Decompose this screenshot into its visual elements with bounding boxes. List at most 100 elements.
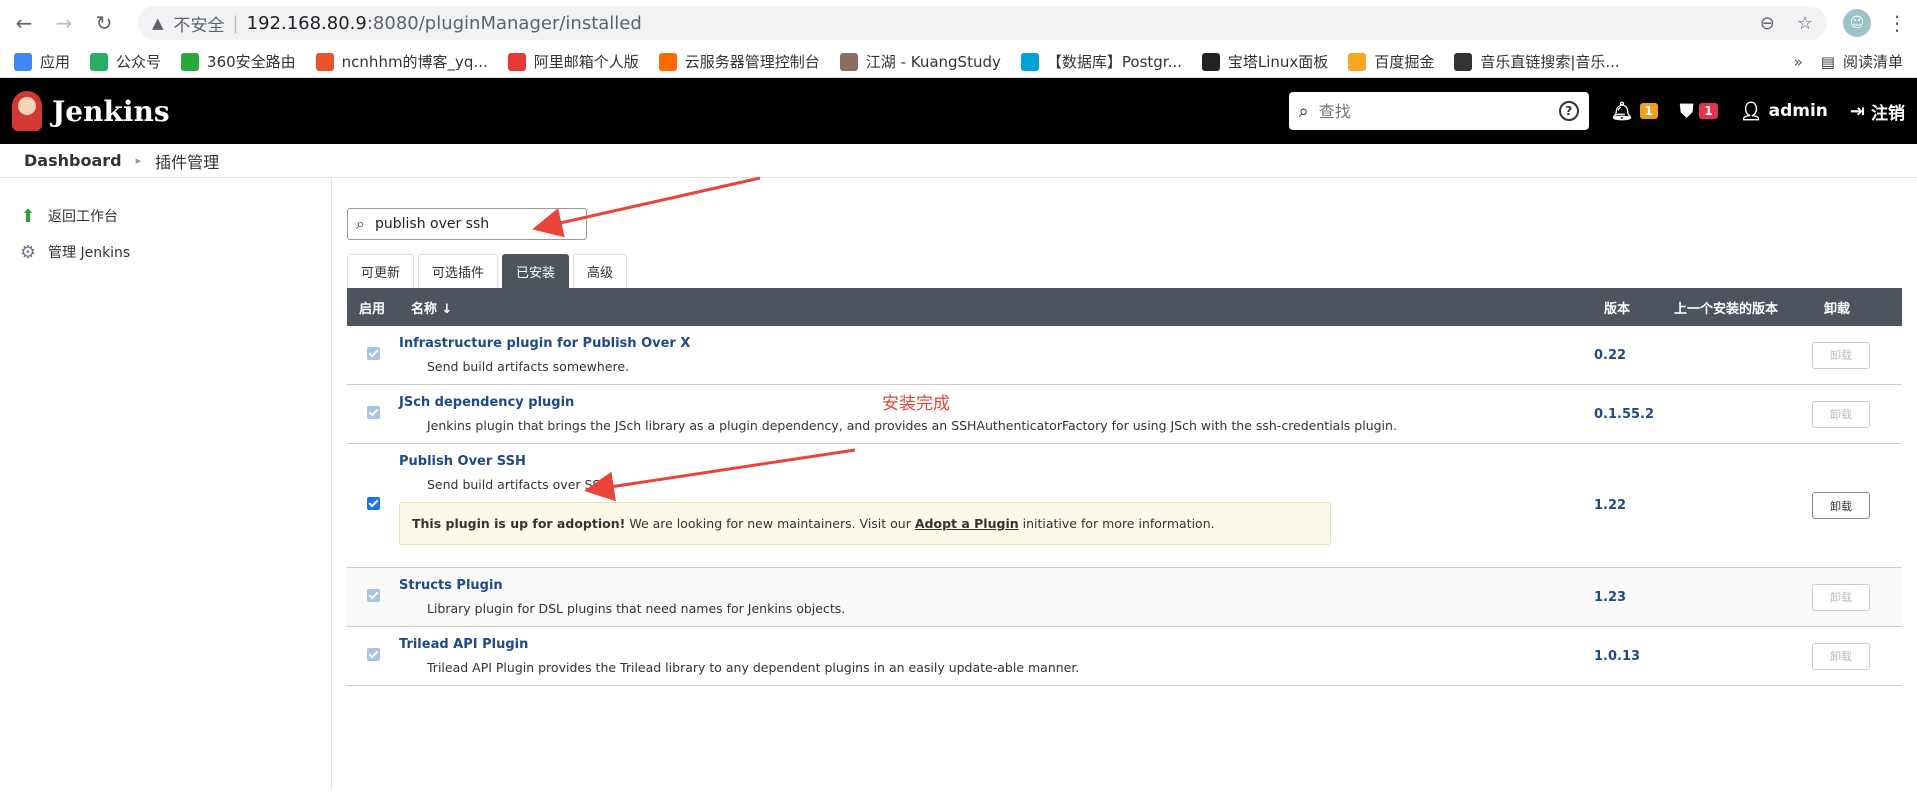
adoption-notice: This plugin is up for adoption! We are l… <box>399 502 1331 545</box>
tab-updates[interactable]: 可更新 <box>347 254 415 288</box>
notifications[interactable]: 🔔︎ 1 <box>1611 101 1658 122</box>
jenkins-logo[interactable]: Jenkins <box>12 91 170 131</box>
tab-advanced[interactable]: 高级 <box>573 254 628 288</box>
up-arrow-icon: ⬆ <box>20 205 36 227</box>
breadcrumb-current[interactable]: 插件管理 <box>155 149 219 173</box>
bookmark-star-icon[interactable]: ☆ <box>1797 13 1813 34</box>
jenkins-header: Jenkins ⌕ ? 🔔︎ 1 ⛊ 1 👤︎ admin ⇥ 注销 <box>0 78 1917 144</box>
plugin-name[interactable]: JSch dependency plugin <box>399 395 1592 410</box>
bookmark-favicon-icon <box>1020 52 1039 71</box>
zoom-icon[interactable]: ⊖ <box>1760 13 1775 34</box>
bookmark-item[interactable]: 江湖 - KuangStudy <box>839 51 1001 72</box>
filter-box: ⌕ <box>347 208 587 240</box>
help-icon[interactable]: ? <box>1558 101 1579 121</box>
bookmark-item[interactable]: 百度掘金 <box>1348 51 1434 72</box>
uninstall-button[interactable]: 卸载 <box>1812 583 1870 611</box>
bookmark-item[interactable]: 宝塔Linux面板 <box>1201 51 1329 72</box>
plugin-name[interactable]: Trilead API Plugin <box>399 637 1592 652</box>
bookmark-item[interactable]: 公众号 <box>90 51 161 72</box>
uninstall-button[interactable]: 卸载 <box>1812 341 1870 369</box>
sidebar-item-manage-jenkins[interactable]: ⚙ 管理 Jenkins <box>0 234 331 270</box>
plugin-name[interactable]: Publish Over SSH <box>399 454 1592 469</box>
user-name: admin <box>1768 101 1828 121</box>
plugin-version[interactable]: 0.1.55.2 <box>1594 407 1654 422</box>
security-badge: 1 <box>1699 103 1718 119</box>
notifications-badge: 1 <box>1639 103 1658 119</box>
search-input[interactable] <box>1318 101 1559 121</box>
insecure-label: 不安全 <box>173 15 225 36</box>
bookmark-favicon-icon <box>14 52 32 71</box>
col-uninstall: 卸载 <box>1812 288 1902 326</box>
enable-checkbox[interactable] <box>366 497 380 510</box>
bookmark-item[interactable]: 阿里邮箱个人版 <box>507 51 639 72</box>
address-bar[interactable]: ▲ 不安全 | 192.168.80.9 :8080/pluginManager… <box>138 6 1827 40</box>
uninstall-button[interactable]: 卸载 <box>1812 400 1870 428</box>
bookmark-label: 云服务器管理控制台 <box>684 53 820 71</box>
col-name[interactable]: 名称 ↓ <box>399 288 1592 326</box>
plugin-version[interactable]: 1.22 <box>1594 498 1626 513</box>
security-alerts[interactable]: ⛊ 1 <box>1680 101 1718 122</box>
enable-checkbox[interactable] <box>366 647 380 661</box>
forward-icon[interactable]: → <box>50 9 78 37</box>
bookmark-label: 百度掘金 <box>1374 53 1435 71</box>
plugin-version[interactable]: 1.0.13 <box>1594 649 1640 664</box>
plugin-version[interactable]: 1.23 <box>1594 590 1626 605</box>
plugin-description: Jenkins plugin that brings the JSch libr… <box>427 418 1397 433</box>
profile-avatar[interactable]: ☺ <box>1843 9 1871 37</box>
bookmark-label: 【数据库】Postgr... <box>1046 53 1182 71</box>
search-icon: ⌕ <box>356 214 365 233</box>
bookmark-label: 宝塔Linux面板 <box>1227 53 1329 71</box>
bookmark-label: 江湖 - KuangStudy <box>865 53 1001 71</box>
bookmark-item[interactable]: 【数据库】Postgr... <box>1020 51 1182 72</box>
bookmarks-more[interactable]: » <box>1794 53 1803 71</box>
tab-available[interactable]: 可选插件 <box>418 254 499 288</box>
sidebar-item-back-to-dashboard[interactable]: ⬆ 返回工作台 <box>0 198 331 234</box>
logout-icon: ⇥ <box>1849 100 1865 122</box>
bookmark-item[interactable]: 云服务器管理控制台 <box>658 51 820 72</box>
plugin-tabs: 可更新 可选插件 已安装 高级 <box>347 254 1902 288</box>
adoption-strong: This plugin is up for adoption! <box>412 516 626 531</box>
reload-icon[interactable]: ↻ <box>90 9 118 37</box>
bookmark-label: 阿里邮箱个人版 <box>533 53 639 71</box>
reading-list-label: 阅读清单 <box>1842 53 1903 71</box>
tab-installed[interactable]: 已安装 <box>502 254 570 288</box>
plugin-filter-input[interactable] <box>374 216 555 232</box>
url-path: :8080/pluginManager/installed <box>366 12 642 34</box>
breadcrumb-dashboard[interactable]: Dashboard <box>24 151 122 170</box>
reading-list[interactable]: ▤ 阅读清单 <box>1821 51 1903 72</box>
plugin-version[interactable]: 0.22 <box>1594 348 1626 363</box>
enable-checkbox[interactable] <box>366 588 380 602</box>
user-menu[interactable]: 👤︎ admin <box>1740 101 1828 122</box>
plugin-description: Library plugin for DSL plugins that need… <box>427 601 846 616</box>
uninstall-button[interactable]: 卸载 <box>1812 642 1870 670</box>
uninstall-button[interactable]: 卸载 <box>1812 492 1870 519</box>
bookmark-item[interactable]: 音乐直链搜索|音乐... <box>1454 51 1620 72</box>
enable-checkbox[interactable] <box>366 346 380 360</box>
col-previous-version: 上一个安装的版本 <box>1662 288 1812 326</box>
bookmark-favicon-icon <box>1454 52 1473 71</box>
bookmark-item[interactable]: ncnhhm的博客_yq... <box>315 51 488 72</box>
back-icon[interactable]: ← <box>10 9 38 37</box>
sidebar-item-label: 管理 Jenkins <box>48 245 131 261</box>
enable-checkbox[interactable] <box>366 405 380 419</box>
bookmarks-bar: 应用 公众号 360安全路由 ncnhhm的博客_yq... 阿里邮箱个人版 云服务器管理… <box>0 46 1917 78</box>
plugin-name[interactable]: Infrastructure plugin for Publish Over X <box>399 336 1592 351</box>
bookmark-label: 音乐直链搜索|音乐... <box>1480 53 1620 71</box>
logout-link[interactable]: ⇥ 注销 <box>1850 99 1905 124</box>
bookmark-label: 公众号 <box>116 53 162 71</box>
browser-menu-icon[interactable]: ⋮ <box>1887 11 1907 35</box>
reading-list-icon: ▤ <box>1820 52 1835 71</box>
col-version[interactable]: 版本 <box>1592 288 1662 326</box>
bookmark-favicon-icon <box>90 52 109 71</box>
bookmark-favicon-icon <box>315 52 334 71</box>
bookmark-favicon-icon <box>839 52 858 71</box>
bookmark-item[interactable]: 360安全路由 <box>181 51 296 72</box>
annotation-install-complete: 安装完成 <box>882 394 950 414</box>
adopt-a-plugin-link[interactable]: Adopt a Plugin <box>915 516 1019 531</box>
breadcrumb: Dashboard ▸ 插件管理 <box>0 144 1917 178</box>
browser-toolbar: ← → ↻ ▲ 不安全 | 192.168.80.9 :8080/pluginM… <box>0 0 1917 46</box>
col-enabled: 启用 <box>347 288 399 326</box>
plugin-name[interactable]: Structs Plugin <box>399 578 1592 593</box>
plugin-description: Send build artifacts somewhere. <box>427 359 630 374</box>
bookmark-item[interactable]: 应用 <box>14 51 70 72</box>
